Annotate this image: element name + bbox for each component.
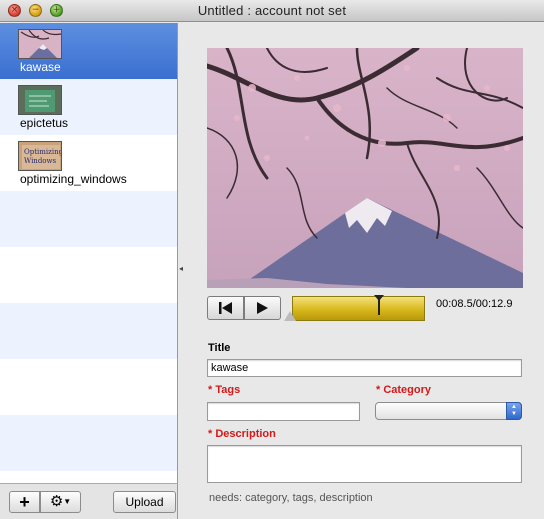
list-item-label: kawase bbox=[20, 60, 61, 74]
title-label: Title bbox=[208, 342, 231, 354]
title-field[interactable] bbox=[207, 359, 522, 377]
svg-text:Optimizing: Optimizing bbox=[24, 148, 62, 156]
sidebar-toolbar: + ⚙▼ Upload bbox=[0, 483, 178, 519]
add-button[interactable]: + bbox=[9, 491, 40, 513]
timeline-scrubber[interactable] bbox=[292, 295, 425, 321]
gear-icon: ⚙ bbox=[49, 493, 64, 510]
list-item-kawase[interactable]: kawase bbox=[0, 23, 177, 79]
empty-row bbox=[0, 303, 177, 359]
list-item-epictetus[interactable]: epictetus bbox=[0, 79, 177, 135]
epictetus-thumbnail bbox=[18, 85, 62, 115]
validation-status: needs: category, tags, description bbox=[209, 492, 373, 504]
splitter-handle-icon[interactable]: ◂ bbox=[179, 264, 183, 273]
empty-row bbox=[0, 359, 177, 415]
list-item-label: epictetus bbox=[20, 116, 69, 130]
action-menu-button[interactable]: ⚙▼ bbox=[40, 491, 81, 513]
empty-row bbox=[0, 471, 177, 483]
category-label: * Category bbox=[376, 384, 432, 396]
empty-row bbox=[0, 247, 177, 303]
in-point-marker[interactable] bbox=[284, 311, 296, 321]
rewind-button[interactable] bbox=[207, 296, 244, 320]
chevron-down-icon: ▼ bbox=[63, 497, 72, 507]
list-item-label: optimizing_windows bbox=[20, 172, 127, 186]
title-bar: × − + Untitled : account not set bbox=[0, 0, 544, 22]
empty-row bbox=[0, 415, 177, 471]
upload-button[interactable]: Upload bbox=[113, 491, 176, 513]
time-readout: 00:08.5/00:12.9 bbox=[436, 298, 513, 310]
video-list: kawase epictetus Optimizing Windows opti… bbox=[0, 23, 178, 483]
playhead[interactable] bbox=[378, 295, 380, 315]
play-icon bbox=[257, 302, 268, 314]
play-button[interactable] bbox=[244, 296, 281, 320]
description-label: * Description bbox=[208, 428, 276, 440]
list-item-optimizing-windows[interactable]: Optimizing Windows optimizing_windows bbox=[0, 135, 177, 191]
tags-field[interactable] bbox=[207, 402, 360, 421]
empty-row bbox=[0, 191, 177, 247]
skip-to-start-icon bbox=[219, 302, 232, 314]
updown-arrows-icon: ▲ ▼ bbox=[506, 402, 522, 420]
plus-icon: + bbox=[19, 492, 30, 512]
tags-label: * Tags bbox=[208, 384, 241, 396]
optimizing-windows-thumbnail: Optimizing Windows bbox=[18, 141, 62, 171]
video-preview[interactable] bbox=[207, 48, 523, 288]
kawase-thumbnail bbox=[18, 29, 62, 59]
svg-text:Windows: Windows bbox=[24, 157, 57, 165]
category-select[interactable]: ▲ ▼ bbox=[375, 402, 522, 420]
description-field[interactable] bbox=[207, 445, 522, 483]
window-title: Untitled : account not set bbox=[197, 3, 347, 18]
